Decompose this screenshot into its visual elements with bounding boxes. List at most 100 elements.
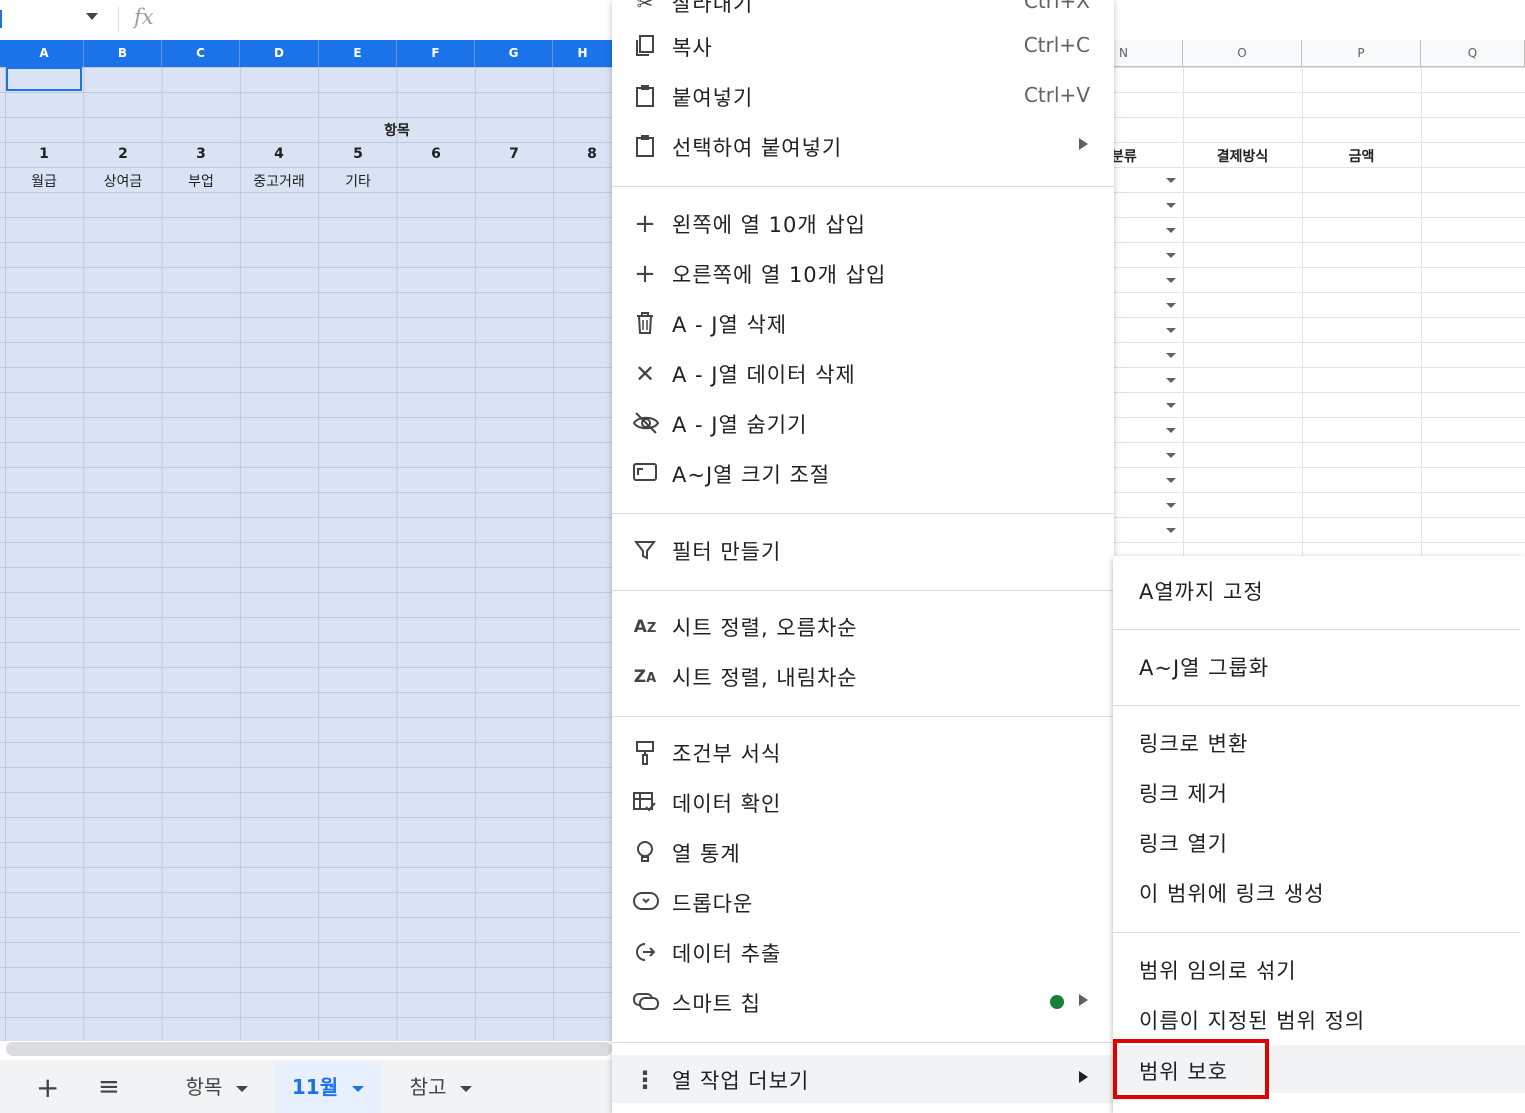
submenu-item-named-range[interactable]: 이름이 지정된 범위 정의: [1113, 994, 1525, 1042]
menu-item-conditional-format[interactable]: 조건부 서식: [612, 728, 1114, 776]
menu-item-insert-left[interactable]: + 왼쪽에 열 10개 삽입: [612, 199, 1114, 247]
menu-divider: [612, 186, 1114, 187]
more-vertical-icon: ⋮: [633, 1066, 657, 1094]
submenu-item-group[interactable]: A~J열 그룹화: [1113, 641, 1525, 689]
column-header-q[interactable]: Q: [1421, 40, 1525, 67]
sheet-tab-items[interactable]: 항목: [162, 1062, 272, 1113]
menu-item-smart-chips[interactable]: 스마트 칩: [612, 978, 1114, 1026]
row-number-cell[interactable]: 6: [397, 146, 475, 162]
dropdown-chip-icon[interactable]: [1166, 303, 1176, 308]
menu-divider: [612, 590, 1114, 591]
row-number-cell[interactable]: 5: [319, 146, 397, 162]
chevron-down-icon[interactable]: [236, 1085, 249, 1092]
dropdown-chip-icon[interactable]: [1166, 178, 1176, 183]
name-box-dropdown-icon[interactable]: [86, 13, 98, 20]
menu-item-dropdown[interactable]: 드롭다운: [612, 878, 1114, 926]
category-cell-bonus[interactable]: 상여금: [84, 171, 162, 191]
category-cell-sidejob[interactable]: 부업: [162, 171, 240, 191]
menu-item-paste[interactable]: 붙여넣기 Ctrl+V: [612, 72, 1114, 120]
chevron-down-icon[interactable]: [460, 1085, 473, 1092]
row-number-cell[interactable]: 7: [475, 146, 553, 162]
column-header-a[interactable]: A: [5, 40, 84, 67]
new-feature-dot: [1050, 995, 1064, 1009]
category-cell-salary[interactable]: 월급: [5, 171, 83, 191]
menu-item-data-validation[interactable]: 데이터 확인: [612, 778, 1114, 826]
menu-item-delete-columns[interactable]: A - J열 삭제: [612, 299, 1114, 347]
submenu-item-link-range[interactable]: 이 범위에 링크 생성: [1113, 867, 1525, 915]
dropdown-chip-icon[interactable]: [1166, 328, 1176, 333]
dropdown-chip-icon[interactable]: [1166, 503, 1176, 508]
dropdown-chip-icon[interactable]: [1166, 378, 1176, 383]
column-header-e[interactable]: E: [319, 40, 397, 67]
column-header-n[interactable]: N: [1113, 40, 1183, 67]
cell-grid-right[interactable]: [1113, 67, 1525, 557]
dropdown-chip-icon[interactable]: [1166, 253, 1176, 258]
eye-off-icon: [632, 411, 660, 437]
sheet-tab-label: 참고: [409, 1075, 447, 1099]
dropdown-chip-icon[interactable]: [1166, 528, 1176, 533]
menu-item-sort-ascending[interactable]: AZ 시트 정렬, 오름차순: [612, 602, 1114, 650]
menu-item-column-stats[interactable]: 열 통계: [612, 828, 1114, 876]
column-header-b[interactable]: B: [84, 40, 162, 67]
column-header-g[interactable]: G: [475, 40, 553, 67]
lightbulb-icon: [632, 840, 658, 866]
menu-item-create-filter[interactable]: 필터 만들기: [612, 526, 1114, 574]
dropdown-chip-icon[interactable]: [1166, 478, 1176, 483]
header-cell-amount[interactable]: 금액: [1302, 146, 1421, 166]
name-box[interactable]: [0, 10, 2, 28]
submenu-item-open-links[interactable]: 링크 열기: [1113, 817, 1525, 865]
dropdown-chip-icon[interactable]: [1166, 428, 1176, 433]
menu-item-more-column-actions[interactable]: ⋮ 열 작업 더보기: [612, 1055, 1114, 1103]
menu-item-data-extract[interactable]: 데이터 추출: [612, 928, 1114, 976]
dropdown-chip-icon[interactable]: [1166, 278, 1176, 283]
column-header-h[interactable]: H: [553, 40, 613, 67]
menu-item-resize-columns[interactable]: A~J열 크기 조절: [612, 449, 1114, 497]
menu-item-copy[interactable]: 복사 Ctrl+C: [612, 22, 1114, 70]
submenu-arrow-icon: [1079, 138, 1088, 150]
dropdown-chip-icon[interactable]: [1166, 453, 1176, 458]
menu-divider: [612, 1042, 1114, 1043]
submenu-item-remove-links[interactable]: 링크 제거: [1113, 767, 1525, 815]
menu-item-paste-special[interactable]: 선택하여 붙여넣기: [612, 122, 1114, 170]
column-header-c[interactable]: C: [162, 40, 240, 67]
column-header-p[interactable]: P: [1302, 40, 1421, 67]
category-cell-other[interactable]: 기타: [319, 171, 397, 191]
column-header-d[interactable]: D: [240, 40, 319, 67]
submenu-item-randomize-range[interactable]: 범위 임의로 섞기: [1113, 944, 1525, 992]
menu-item-hide-columns[interactable]: A - J열 숨기기: [612, 399, 1114, 447]
selected-columns-range[interactable]: [0, 67, 612, 1041]
submenu-item-convert-links[interactable]: 링크로 변환: [1113, 717, 1525, 765]
menu-divider: [1113, 705, 1520, 706]
column-header-f[interactable]: F: [397, 40, 475, 67]
submenu-arrow-icon: [1079, 994, 1088, 1006]
group-header-cell[interactable]: 항목: [358, 120, 436, 140]
sheet-tab-label: 11월: [291, 1075, 339, 1099]
active-cell-a1[interactable]: [6, 67, 82, 91]
category-cell-secondhand[interactable]: 중고거래: [240, 171, 318, 191]
submenu-arrow-icon: [1079, 1071, 1088, 1083]
header-cell-payment[interactable]: 결제방식: [1183, 146, 1302, 166]
dropdown-chip-icon[interactable]: [1166, 228, 1176, 233]
row-number-cell[interactable]: 4: [240, 146, 318, 162]
chevron-down-icon[interactable]: [352, 1085, 365, 1092]
smart-chip-icon: [632, 990, 659, 1016]
row-number-cell[interactable]: 2: [84, 146, 162, 162]
dropdown-chip-icon[interactable]: [1166, 353, 1176, 358]
column-header-o[interactable]: O: [1183, 40, 1302, 67]
sheet-tab-reference[interactable]: 참고: [386, 1062, 496, 1113]
header-cell-category[interactable]: 분류: [1111, 146, 1141, 166]
dropdown-chip-icon[interactable]: [1166, 203, 1176, 208]
menu-item-clear-columns[interactable]: ✕ A - J열 데이터 삭제: [612, 349, 1114, 397]
menu-divider: [612, 716, 1114, 717]
dropdown-chip-icon[interactable]: [1166, 403, 1176, 408]
clipboard-icon: [632, 134, 658, 160]
row-number-cell[interactable]: 1: [5, 146, 83, 162]
add-sheet-button[interactable]: +: [36, 1071, 59, 1104]
menu-item-insert-right[interactable]: + 오른쪽에 열 10개 삽입: [612, 249, 1114, 297]
all-sheets-button[interactable]: ≡: [98, 1072, 120, 1102]
horizontal-scrollbar[interactable]: [6, 1042, 612, 1056]
menu-item-sort-descending[interactable]: ZA 시트 정렬, 내림차순: [612, 652, 1114, 700]
sheet-tab-november[interactable]: 11월: [274, 1062, 382, 1113]
submenu-item-freeze[interactable]: A열까지 고정: [1113, 565, 1525, 613]
row-number-cell[interactable]: 3: [162, 146, 240, 162]
